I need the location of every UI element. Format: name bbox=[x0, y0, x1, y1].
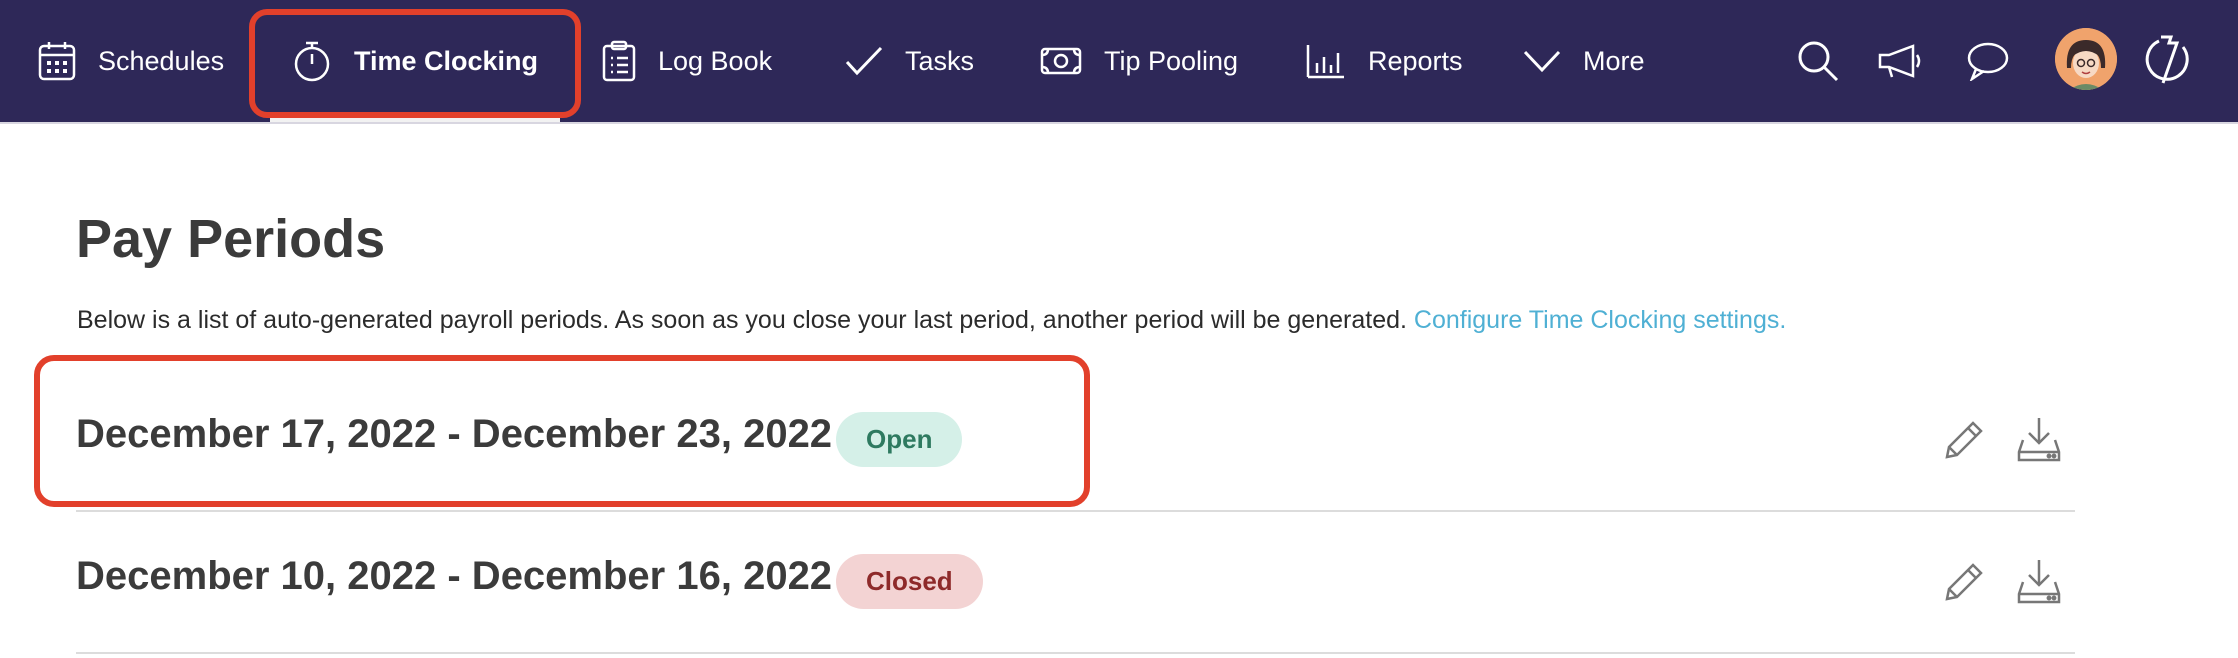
nav-label-more: More bbox=[1583, 45, 1645, 76]
pay-period-row[interactable]: December 10, 2022 - December 16, 2022 Cl… bbox=[76, 512, 2075, 654]
clipboard-icon bbox=[602, 40, 636, 82]
bar-chart-icon bbox=[1306, 43, 1346, 79]
highlight-box-period bbox=[34, 355, 1090, 507]
chat-icon[interactable] bbox=[1958, 31, 2018, 91]
nav-label-tip-pooling: Tip Pooling bbox=[1104, 45, 1239, 76]
nav-item-schedules[interactable]: Schedules bbox=[38, 0, 224, 122]
checkmark-icon bbox=[845, 46, 883, 76]
top-nav-bar: Schedules Time Clocking Log Book Tasks T… bbox=[0, 0, 2238, 124]
download-icon[interactable] bbox=[2014, 414, 2064, 464]
period-date-range: December 10, 2022 - December 16, 2022 bbox=[76, 554, 833, 598]
nav-item-log-book[interactable]: Log Book bbox=[602, 0, 772, 122]
nav-label-log-book: Log Book bbox=[658, 45, 773, 76]
logo-icon[interactable] bbox=[2136, 31, 2196, 91]
nav-item-tasks[interactable]: Tasks bbox=[845, 0, 974, 122]
status-badge-closed: Closed bbox=[836, 554, 983, 609]
edit-pencil-icon[interactable] bbox=[1938, 416, 1988, 466]
nav-label-reports: Reports bbox=[1368, 45, 1463, 76]
nav-item-tip-pooling[interactable]: Tip Pooling bbox=[1040, 0, 1238, 122]
edit-pencil-icon[interactable] bbox=[1938, 558, 1988, 608]
page-title: Pay Periods bbox=[76, 209, 386, 269]
download-icon[interactable] bbox=[2014, 556, 2064, 606]
nav-item-more[interactable]: More bbox=[1523, 0, 1645, 122]
nav-label-tasks: Tasks bbox=[905, 45, 975, 76]
nav-item-reports[interactable]: Reports bbox=[1306, 0, 1463, 122]
description-text: Below is a list of auto-generated payrol… bbox=[77, 306, 1407, 334]
highlight-box-nav bbox=[249, 9, 581, 118]
active-tab-indicator bbox=[270, 118, 560, 122]
chevron-down-icon bbox=[1523, 49, 1561, 73]
configure-settings-link[interactable]: Configure Time Clocking settings. bbox=[1414, 306, 1786, 334]
calendar-icon bbox=[38, 41, 76, 81]
page-description: Below is a list of auto-generated payrol… bbox=[77, 306, 1786, 335]
nav-label-schedules: Schedules bbox=[98, 45, 225, 76]
search-icon[interactable] bbox=[1788, 31, 1848, 91]
megaphone-icon[interactable] bbox=[1870, 31, 1930, 91]
money-icon bbox=[1040, 45, 1082, 77]
avatar[interactable] bbox=[2055, 28, 2117, 90]
